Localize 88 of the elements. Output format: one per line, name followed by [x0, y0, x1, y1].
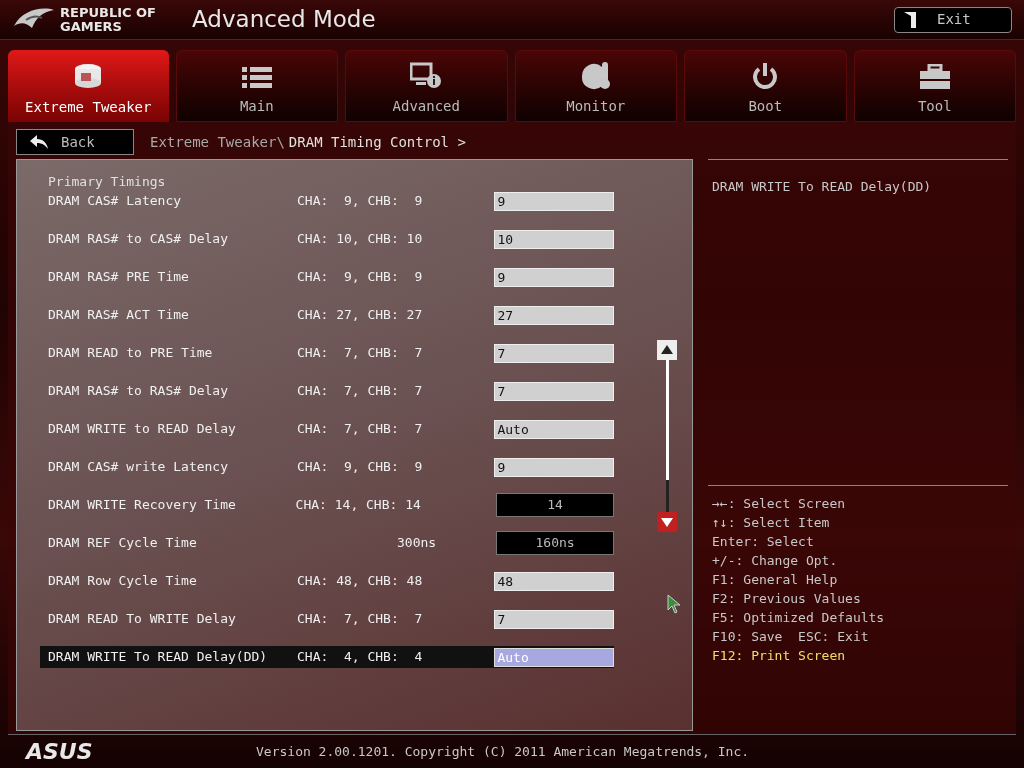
door-icon [903, 10, 917, 29]
setting-row[interactable]: DRAM REF Cycle Time 300ns 160ns [40, 532, 614, 554]
value-field[interactable]: 7 [494, 343, 614, 363]
setting-name: DRAM Row Cycle Time [48, 572, 198, 591]
channel-reading: CHA: 7, CHB: 7 [297, 344, 424, 363]
channel-reading: CHA: 48, CHB: 48 [297, 572, 424, 591]
key-hint: F2: Previous Values [712, 590, 862, 608]
value-display: 14 [496, 493, 614, 517]
scrollbar-thumb[interactable] [665, 360, 669, 480]
setting-name: DRAM CAS# Latency [48, 192, 183, 211]
value-field[interactable]: 7 [494, 381, 614, 401]
setting-row[interactable]: DRAM READ to PRE Time CHA: 7, CHB: 7 7 [40, 342, 614, 364]
scroll-down-icon[interactable] [657, 512, 677, 532]
channel-reading: CHA: 7, CHB: 7 [297, 420, 424, 439]
nav-tab[interactable]: Boot [684, 50, 847, 122]
setting-row[interactable]: DRAM CAS# Latency CHA: 9, CHB: 9 9 [40, 190, 614, 212]
brand-text: REPUBLIC OF [60, 5, 156, 20]
section-heading: Primary Timings [48, 174, 167, 190]
setting-name: DRAM RAS# to RAS# Delay [48, 382, 229, 401]
window-title: Advanced Mode [192, 5, 376, 35]
breadcrumb-current: DRAM Timing Control > [288, 132, 466, 152]
nav-tab[interactable]: Monitor [514, 50, 677, 122]
value-field[interactable]: 7 [494, 609, 614, 629]
setting-row[interactable]: DRAM CAS# write Latency CHA: 9, CHB: 9 9 [40, 456, 614, 478]
setting-row[interactable]: DRAM RAS# PRE Time CHA: 9, CHB: 9 9 [40, 266, 614, 288]
brand-text: GAMERS [60, 19, 123, 34]
setting-name: DRAM READ To WRITE Delay [48, 610, 237, 629]
version-text: Version 2.00.1201. Copyright (C) 2011 American Megatrends, Inc. [256, 742, 750, 761]
setting-name: DRAM WRITE to READ Delay [48, 420, 237, 439]
setting-row[interactable]: DRAM RAS# to CAS# Delay CHA: 10, CHB: 10 10 [40, 228, 614, 250]
help-description: DRAM WRITE To READ Delay(DD) [712, 179, 932, 194]
key-hint: F10: Save ESC: Exit [712, 628, 870, 646]
setting-row[interactable]: DRAM WRITE to READ Delay CHA: 7, CHB: 7 Auto [40, 418, 614, 440]
mouse-pointer-icon [667, 594, 681, 614]
value-field[interactable]: 9 [494, 191, 614, 211]
back-arrow-icon [29, 134, 49, 150]
value-field[interactable]: 48 [494, 571, 614, 591]
value-field[interactable]: 10 [494, 229, 614, 249]
scroll-up-icon[interactable] [657, 340, 677, 360]
setting-name: DRAM RAS# to CAS# Delay [48, 230, 229, 249]
power-icon [751, 62, 780, 90]
setting-row[interactable]: DRAM RAS# to RAS# Delay CHA: 7, CHB: 7 7 [40, 380, 614, 402]
setting-name: DRAM WRITE Recovery Time [48, 496, 237, 515]
setting-row[interactable]: DRAM WRITE To READ Delay(DD) CHA: 4, CHB: 4 Auto [40, 646, 614, 668]
value-field[interactable]: 9 [494, 267, 614, 287]
nav-tab[interactable]: Advanced [345, 50, 508, 122]
nav-tab[interactable]: Main [175, 50, 338, 122]
breadcrumb-parent: Extreme Tweaker\ [150, 132, 285, 152]
list-icon [241, 66, 272, 90]
key-hint: F12: Print Screen [712, 647, 847, 665]
key-hint: F5: Optimized Defaults [712, 609, 886, 627]
key-hint: F1: General Help [712, 571, 839, 589]
channel-reading: CHA: 14, CHB: 14 [295, 496, 422, 515]
setting-row[interactable]: DRAM READ To WRITE Delay CHA: 7, CHB: 7 7 [40, 608, 614, 630]
setting-row[interactable]: DRAM Row Cycle Time CHA: 48, CHB: 48 48 [40, 570, 614, 592]
channel-reading: CHA: 10, CHB: 10 [297, 230, 424, 249]
value-field[interactable]: 9 [494, 457, 614, 477]
channel-reading: 300ns [396, 534, 438, 553]
setting-name: DRAM REF Cycle Time [48, 534, 198, 553]
channel-reading: CHA: 7, CHB: 7 [297, 382, 424, 401]
setting-name: DRAM RAS# PRE Time [48, 268, 190, 287]
value-display: 160ns [496, 531, 614, 555]
channel-reading: CHA: 4, CHB: 4 [297, 648, 424, 667]
key-hint: →←: Select Screen [712, 495, 847, 513]
toolbox-icon [918, 64, 951, 90]
setting-name: DRAM WRITE To READ Delay(DD) [48, 648, 269, 667]
setting-name: DRAM READ to PRE Time [48, 344, 214, 363]
scrollbar-track[interactable] [665, 360, 669, 512]
channel-reading: CHA: 9, CHB: 9 [297, 268, 424, 287]
channel-reading: CHA: 7, CHB: 7 [297, 610, 424, 629]
channel-reading: CHA: 9, CHB: 9 [297, 192, 424, 211]
exit-button[interactable]: Exit [894, 6, 1012, 33]
nav-tab[interactable]: Extreme Tweaker [8, 50, 169, 122]
brand-logo: ASUS [26, 738, 94, 766]
back-button[interactable]: Back [16, 129, 134, 155]
value-field[interactable]: Auto [494, 419, 614, 439]
channel-reading: CHA: 27, CHB: 27 [297, 306, 424, 325]
setting-name: DRAM CAS# write Latency [48, 458, 229, 477]
key-hint: Enter: Select [712, 533, 815, 551]
key-hint: ↑↓: Select Item [712, 514, 831, 532]
nav-tab[interactable]: Tool [853, 50, 1016, 122]
setting-row[interactable]: DRAM WRITE Recovery Time CHA: 14, CHB: 14 14 [40, 494, 614, 516]
monitor-info-icon [410, 62, 443, 90]
key-hint: +/-: Change Opt. [712, 552, 839, 570]
setting-row[interactable]: DRAM RAS# ACT Time CHA: 27, CHB: 27 27 [40, 304, 614, 326]
setting-name: DRAM RAS# ACT Time [48, 306, 190, 325]
channel-reading: CHA: 9, CHB: 9 [297, 458, 424, 477]
value-field[interactable]: 27 [494, 305, 614, 325]
